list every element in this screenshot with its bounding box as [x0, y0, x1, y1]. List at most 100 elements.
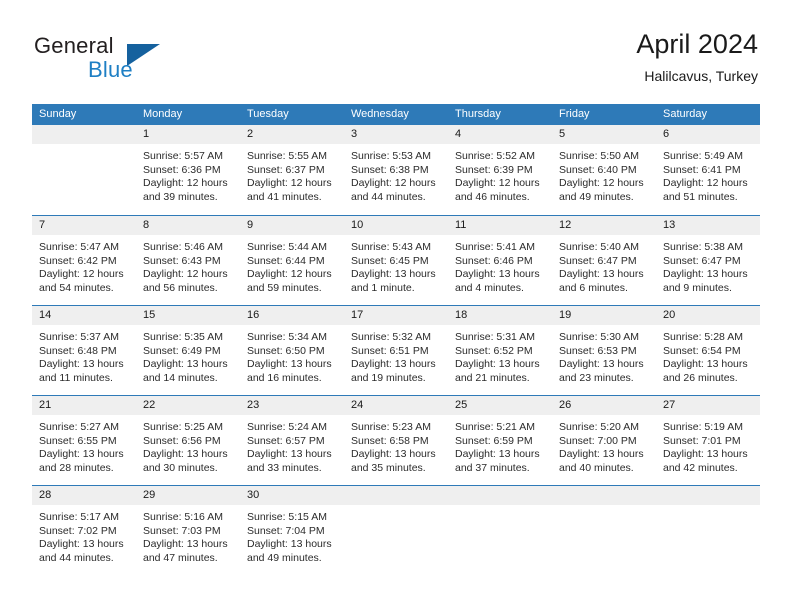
day-cell[interactable]: 8 Sunrise: 5:46 AM Sunset: 6:43 PM Daylight… [136, 216, 240, 305]
day-number-band: 26 [552, 396, 656, 415]
day-cell[interactable]: 6 Sunrise: 5:49 AM Sunset: 6:41 PM Daylight… [656, 125, 760, 215]
day-detail-line: Daylight: 13 hours [455, 268, 540, 280]
day-detail-line: Sunrise: 5:34 AM [247, 331, 327, 343]
day-detail-line: Daylight: 12 hours [39, 268, 124, 280]
day-detail-line: Sunset: 6:39 PM [455, 163, 533, 176]
day-details: Sunrise: 5:25 AM Sunset: 6:56 PM Daylight:… [136, 415, 240, 475]
day-details: Sunrise: 5:30 AM Sunset: 6:53 PM Daylight:… [552, 325, 656, 385]
day-cell[interactable]: 19 Sunrise: 5:30 AM Sunset: 6:53 PM Dayligh… [552, 306, 656, 395]
day-number-band: 18 [448, 306, 552, 325]
day-cell[interactable]: 15 Sunrise: 5:35 AM Sunset: 6:49 PM Dayligh… [136, 306, 240, 395]
day-detail-line: Sunrise: 5:23 AM [351, 421, 431, 433]
day-detail-line: Sunrise: 5:47 AM [39, 241, 119, 253]
day-number-band: 23 [240, 396, 344, 415]
day-detail-line: Daylight: 13 hours [559, 448, 644, 460]
day-detail-line: Sunrise: 5:38 AM [663, 241, 743, 253]
day-number: 16 [247, 309, 260, 321]
day-detail-line: and 39 minutes. [143, 190, 218, 203]
day-cell[interactable]: 24 Sunrise: 5:23 AM Sunset: 6:58 PM Dayligh… [344, 396, 448, 485]
day-details: Sunrise: 5:31 AM Sunset: 6:52 PM Daylight:… [448, 325, 552, 385]
day-detail-line: Sunrise: 5:43 AM [351, 241, 431, 253]
day-number-band [32, 125, 136, 144]
day-number: 18 [455, 309, 468, 321]
day-cell[interactable]: 28 Sunrise: 5:17 AM Sunset: 7:02 PM Dayligh… [32, 486, 136, 575]
day-details: Sunrise: 5:17 AM Sunset: 7:02 PM Daylight:… [32, 505, 136, 565]
day-detail-line: Sunset: 7:00 PM [559, 434, 637, 447]
day-detail-line: Daylight: 13 hours [559, 358, 644, 370]
day-cell[interactable]: 25 Sunrise: 5:21 AM Sunset: 6:59 PM Dayligh… [448, 396, 552, 485]
day-cell[interactable]: 22 Sunrise: 5:25 AM Sunset: 6:56 PM Dayligh… [136, 396, 240, 485]
day-detail-line: Daylight: 13 hours [247, 358, 332, 370]
day-cell[interactable]: 26 Sunrise: 5:20 AM Sunset: 7:00 PM Dayligh… [552, 396, 656, 485]
day-number-band: 19 [552, 306, 656, 325]
weekday-header-row: Sunday Monday Tuesday Wednesday Thursday Frid… [32, 104, 760, 125]
day-cell[interactable]: 29 Sunrise: 5:16 AM Sunset: 7:03 PM Dayligh… [136, 486, 240, 575]
day-cell[interactable]: 18 Sunrise: 5:31 AM Sunset: 6:52 PM Dayligh… [448, 306, 552, 395]
day-number: 4 [455, 128, 462, 140]
day-detail-line: and 30 minutes. [143, 461, 218, 474]
day-detail-line: Daylight: 12 hours [143, 177, 228, 189]
day-cell[interactable]: 12 Sunrise: 5:40 AM Sunset: 6:47 PM Dayligh… [552, 216, 656, 305]
day-number: 15 [143, 309, 156, 321]
day-number-band: 28 [32, 486, 136, 505]
day-cell[interactable]: 2 Sunrise: 5:55 AM Sunset: 6:37 PM Daylight… [240, 125, 344, 215]
day-cell[interactable]: 14 Sunrise: 5:37 AM Sunset: 6:48 PM Dayligh… [32, 306, 136, 395]
day-cell[interactable]: 17 Sunrise: 5:32 AM Sunset: 6:51 PM Dayligh… [344, 306, 448, 395]
day-details: Sunrise: 5:15 AM Sunset: 7:04 PM Daylight:… [240, 505, 344, 565]
day-detail-line: and 33 minutes. [247, 461, 322, 474]
day-cell[interactable]: 16 Sunrise: 5:34 AM Sunset: 6:50 PM Dayligh… [240, 306, 344, 395]
day-detail-line: Sunset: 6:41 PM [663, 163, 741, 176]
day-detail-line: Sunrise: 5:49 AM [663, 150, 743, 162]
day-cell[interactable]: 1 Sunrise: 5:57 AM Sunset: 6:36 PM Daylight… [136, 125, 240, 215]
day-cell[interactable]: 27 Sunrise: 5:19 AM Sunset: 7:01 PM Dayligh… [656, 396, 760, 485]
general-blue-logo[interactable]: General Blue [34, 33, 214, 89]
day-number-band: 16 [240, 306, 344, 325]
day-cell[interactable]: 30 Sunrise: 5:15 AM Sunset: 7:04 PM Dayligh… [240, 486, 344, 575]
calendar-week-row: 14 Sunrise: 5:37 AM Sunset: 6:48 PM Dayligh… [32, 305, 760, 395]
day-cell[interactable]: 4 Sunrise: 5:52 AM Sunset: 6:39 PM Daylight… [448, 125, 552, 215]
day-number-band: 21 [32, 396, 136, 415]
day-cell[interactable]: 7 Sunrise: 5:47 AM Sunset: 6:42 PM Daylight… [32, 216, 136, 305]
day-detail-line: and 9 minutes. [663, 281, 732, 294]
weekday-header-monday: Monday [143, 108, 183, 120]
day-number-band [656, 486, 760, 505]
day-details: Sunrise: 5:43 AM Sunset: 6:45 PM Daylight:… [344, 235, 448, 295]
day-details: Sunrise: 5:44 AM Sunset: 6:44 PM Daylight:… [240, 235, 344, 295]
day-detail-line: Daylight: 12 hours [559, 177, 644, 189]
day-detail-line: Sunrise: 5:37 AM [39, 331, 119, 343]
day-cell[interactable]: 5 Sunrise: 5:50 AM Sunset: 6:40 PM Daylight… [552, 125, 656, 215]
day-number-band: 20 [656, 306, 760, 325]
day-detail-line: Daylight: 12 hours [663, 177, 748, 189]
day-number: 20 [663, 309, 676, 321]
day-cell[interactable]: 13 Sunrise: 5:38 AM Sunset: 6:47 PM Dayligh… [656, 216, 760, 305]
day-detail-line: Daylight: 13 hours [663, 358, 748, 370]
day-cell[interactable]: 20 Sunrise: 5:28 AM Sunset: 6:54 PM Dayligh… [656, 306, 760, 395]
day-detail-line: and 21 minutes. [455, 371, 530, 384]
day-detail-line: and 44 minutes. [351, 190, 426, 203]
day-detail-line: Sunset: 6:55 PM [39, 434, 117, 447]
day-cell-empty [552, 486, 656, 575]
day-cell[interactable]: 3 Sunrise: 5:53 AM Sunset: 6:38 PM Daylight… [344, 125, 448, 215]
day-detail-line: Sunrise: 5:52 AM [455, 150, 535, 162]
day-cell[interactable]: 11 Sunrise: 5:41 AM Sunset: 6:46 PM Dayligh… [448, 216, 552, 305]
day-detail-line: Sunrise: 5:31 AM [455, 331, 535, 343]
day-detail-line: and 1 minute. [351, 281, 415, 294]
day-cell[interactable]: 10 Sunrise: 5:43 AM Sunset: 6:45 PM Dayligh… [344, 216, 448, 305]
day-details: Sunrise: 5:16 AM Sunset: 7:03 PM Daylight:… [136, 505, 240, 565]
day-detail-line: Sunset: 6:46 PM [455, 254, 533, 267]
day-number: 8 [143, 219, 150, 231]
day-detail-line: Sunrise: 5:53 AM [351, 150, 431, 162]
day-detail-line: Sunrise: 5:27 AM [39, 421, 119, 433]
day-number-band: 24 [344, 396, 448, 415]
day-details: Sunrise: 5:27 AM Sunset: 6:55 PM Daylight:… [32, 415, 136, 475]
day-detail-line: Daylight: 12 hours [247, 177, 332, 189]
day-detail-line: Sunrise: 5:50 AM [559, 150, 639, 162]
day-cell[interactable]: 9 Sunrise: 5:44 AM Sunset: 6:44 PM Daylight… [240, 216, 344, 305]
day-cell[interactable]: 23 Sunrise: 5:24 AM Sunset: 6:57 PM Dayligh… [240, 396, 344, 485]
page-title: April 2024 [636, 29, 758, 59]
day-detail-line: Sunrise: 5:28 AM [663, 331, 743, 343]
day-number-band: 13 [656, 216, 760, 235]
day-detail-line: Sunset: 7:01 PM [663, 434, 741, 447]
day-number: 2 [247, 128, 254, 140]
day-cell[interactable]: 21 Sunrise: 5:27 AM Sunset: 6:55 PM Dayligh… [32, 396, 136, 485]
